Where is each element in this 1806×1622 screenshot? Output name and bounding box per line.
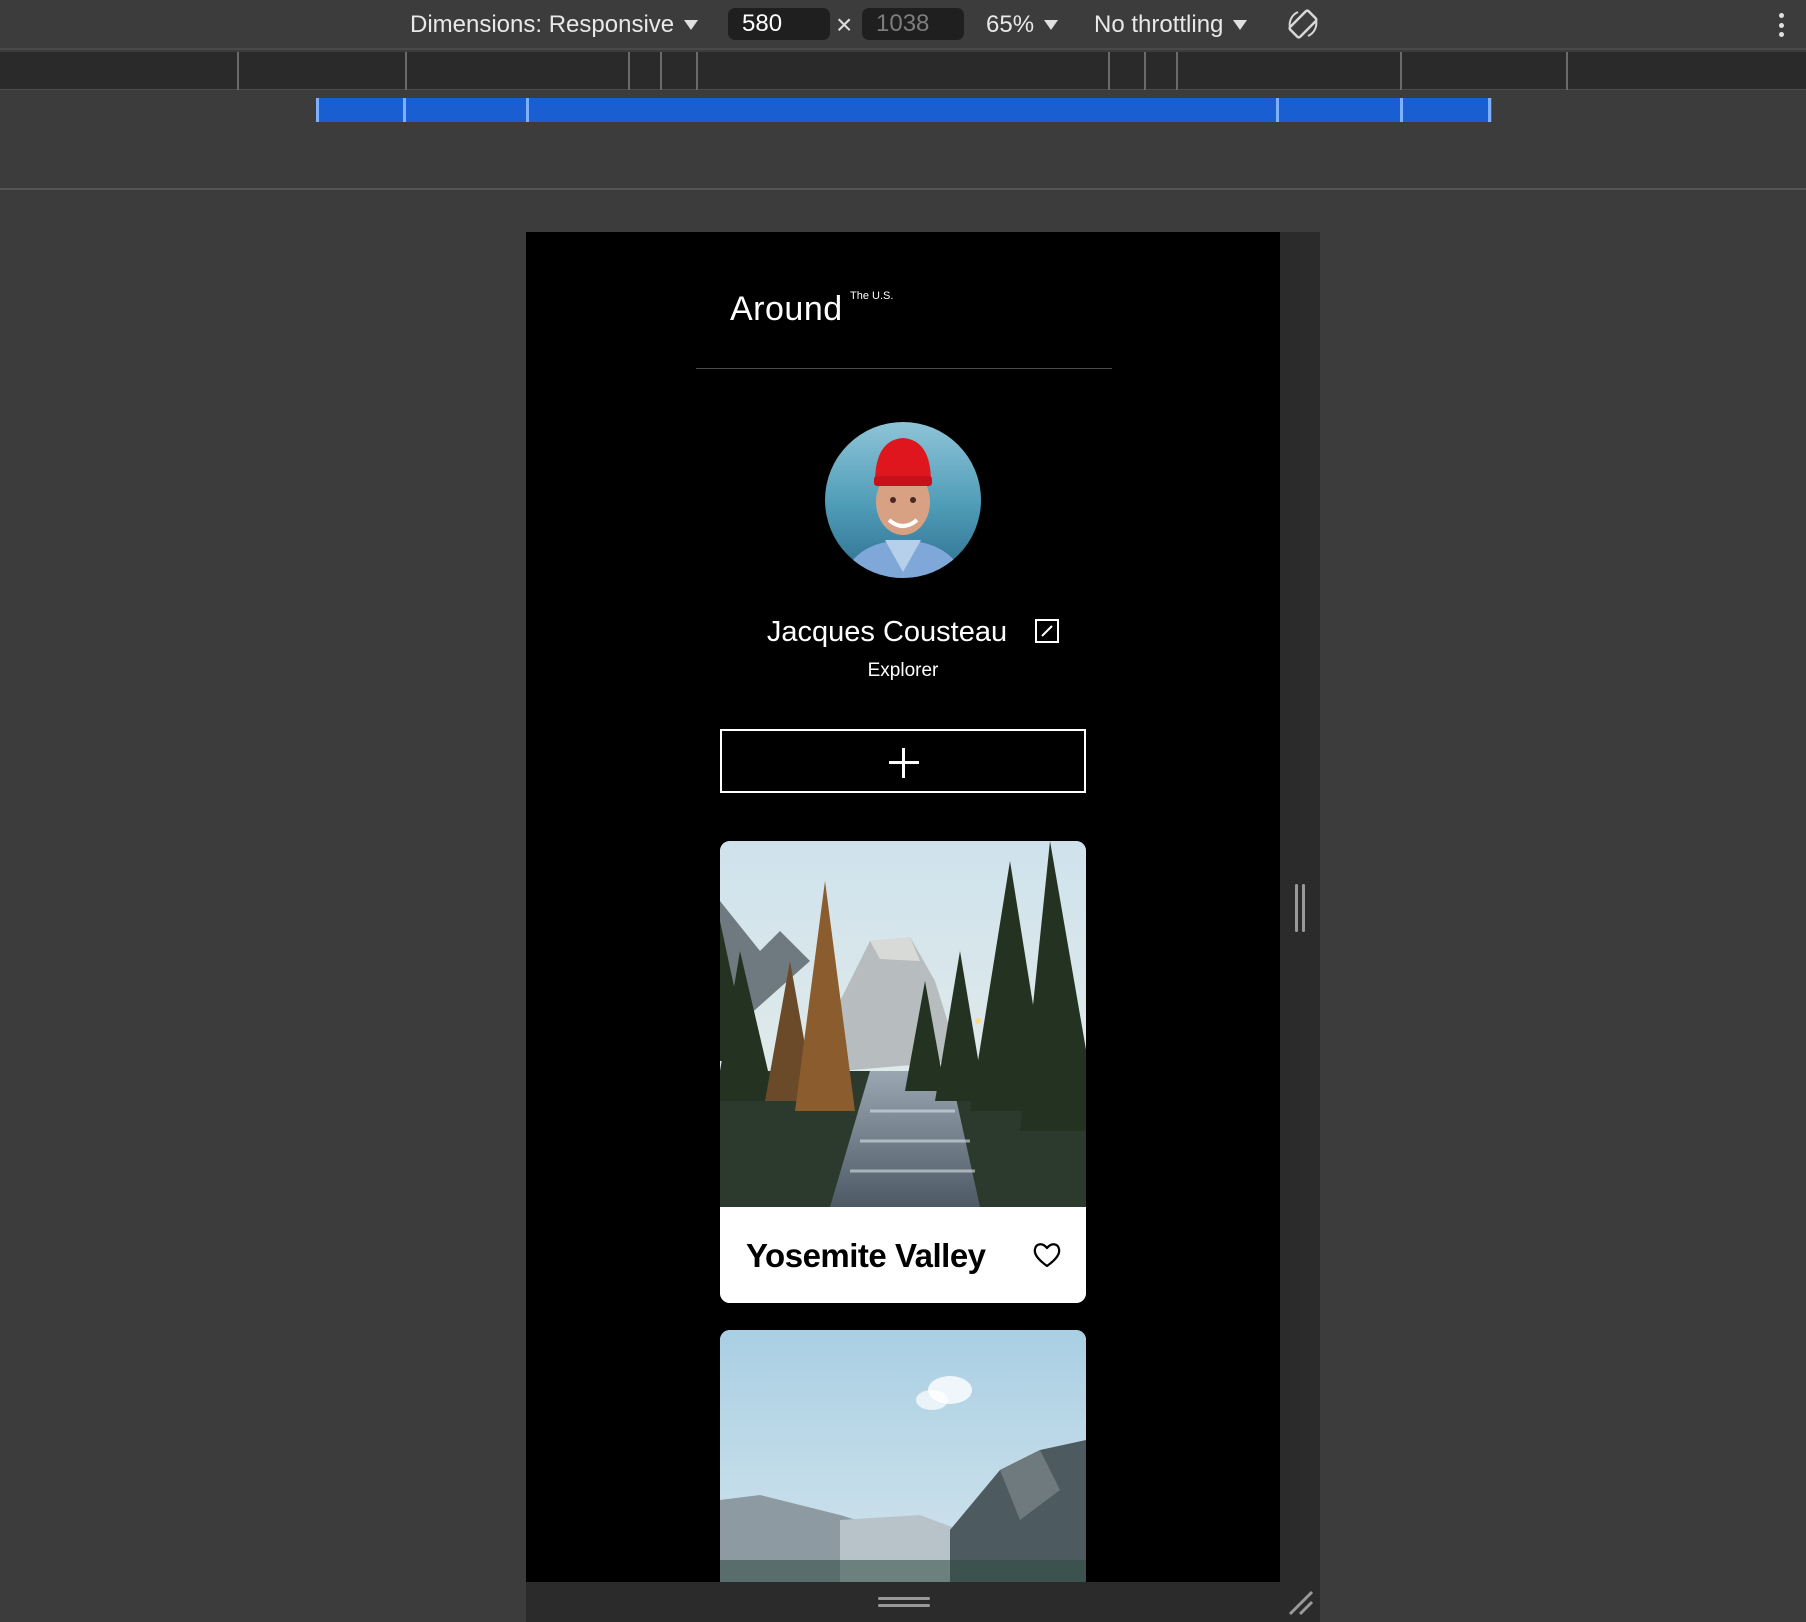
avatar[interactable]	[825, 422, 981, 578]
media-query-marker[interactable]	[1566, 52, 1568, 90]
page-viewport: Around The U.S. Jacques Cousteau Explore…	[526, 232, 1280, 1582]
height-placeholder: 1038	[876, 10, 930, 37]
media-query-marker[interactable]	[1144, 52, 1146, 90]
width-input[interactable]: 580	[728, 8, 830, 40]
profile-about: Explorer	[867, 660, 939, 681]
media-query-marker[interactable]	[1176, 52, 1178, 90]
like-button[interactable]	[1032, 1241, 1062, 1269]
dimensions-label: Dimensions: Responsive	[410, 11, 675, 38]
heart-icon	[1033, 1243, 1061, 1268]
breakpoint-marker[interactable]	[316, 98, 319, 122]
throttling-label: No throttling	[1094, 11, 1224, 38]
header-divider	[696, 368, 1112, 369]
rotate-icon[interactable]	[1284, 6, 1322, 44]
site-logo: Around	[730, 290, 843, 328]
media-query-marker[interactable]	[1400, 52, 1402, 90]
card-image[interactable]	[720, 1330, 1086, 1582]
width-value: 580	[742, 10, 783, 37]
breakpoint-bar-row	[0, 90, 1806, 190]
devtools-device-mode: Dimensions: Responsive 580 × 1038 65% No…	[0, 0, 1806, 1622]
card-title: Yosemite Valley	[746, 1237, 986, 1274]
times-separator: ×	[836, 8, 852, 42]
card-footer: Yosemite Valley	[720, 1207, 1086, 1303]
media-query-marker[interactable]	[237, 52, 239, 90]
edit-profile-button[interactable]	[1035, 619, 1059, 643]
site-logo-superscript: The U.S.	[850, 290, 894, 302]
chevron-down-icon	[1233, 20, 1248, 30]
height-resize-handle[interactable]	[878, 1596, 930, 1608]
breakpoint-bar[interactable]	[316, 98, 1492, 122]
card-image[interactable]	[720, 841, 1086, 1207]
throttling-dropdown[interactable]: No throttling	[1094, 0, 1248, 50]
height-input[interactable]: 1038	[862, 8, 964, 40]
corner-resize-icon[interactable]	[1286, 1588, 1314, 1616]
media-query-marker[interactable]	[1108, 52, 1110, 90]
breakpoint-marker[interactable]	[526, 98, 529, 122]
breakpoint-marker[interactable]	[1488, 98, 1491, 122]
card: Yosemite Valley	[720, 841, 1086, 1303]
media-query-marker[interactable]	[696, 52, 698, 90]
media-query-marker[interactable]	[405, 52, 407, 90]
chevron-down-icon	[1044, 20, 1059, 30]
card	[720, 1330, 1086, 1582]
breakpoint-marker[interactable]	[403, 98, 406, 122]
add-card-button[interactable]	[720, 729, 1086, 793]
more-options-icon[interactable]	[1778, 13, 1784, 37]
media-query-marker[interactable]	[660, 52, 662, 90]
zoom-label: 65%	[986, 11, 1035, 38]
times-symbol: ×	[836, 9, 853, 40]
profile-name: Jacques Cousteau	[766, 616, 1008, 648]
breakpoint-marker[interactable]	[1276, 98, 1279, 122]
edit-icon	[1041, 625, 1053, 637]
device-toolbar: Dimensions: Responsive 580 × 1038 65% No…	[0, 0, 1806, 50]
width-resize-handle[interactable]	[1293, 884, 1307, 932]
breakpoint-marker[interactable]	[1400, 98, 1403, 122]
dimensions-dropdown[interactable]: Dimensions: Responsive	[410, 0, 699, 50]
chevron-down-icon	[684, 20, 699, 30]
zoom-dropdown[interactable]: 65%	[986, 0, 1059, 50]
media-query-marker[interactable]	[628, 52, 630, 90]
media-query-bar	[0, 52, 1806, 90]
